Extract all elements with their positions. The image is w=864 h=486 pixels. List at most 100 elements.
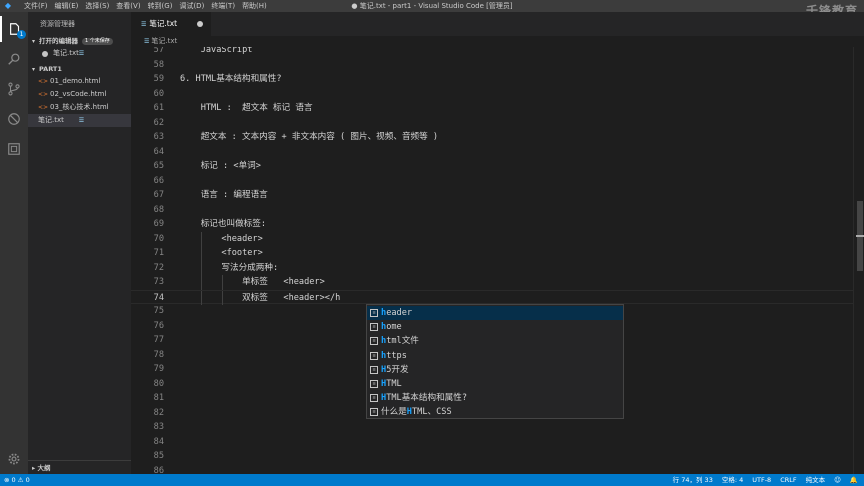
language-mode[interactable]: 纯文本: [806, 474, 826, 486]
suggestion-item[interactable]: ≡ HTML基本结构和属性?: [367, 391, 623, 405]
debug-icon[interactable]: [0, 106, 28, 132]
code-line[interactable]: 71 <footer>: [131, 246, 853, 261]
line-number: 62: [153, 117, 164, 128]
suggestion-rest: TML: [386, 379, 402, 389]
encoding[interactable]: UTF-8: [752, 474, 771, 486]
cursor-position-mark: [856, 235, 864, 237]
code-line[interactable]: 66: [131, 174, 853, 189]
line-text: 标记也叫做标签:: [180, 219, 267, 229]
notification-bell-icon[interactable]: 🔔: [850, 474, 858, 486]
line-number: 78: [153, 349, 164, 360]
line-text: 语言 : 编程语言: [180, 190, 268, 200]
suggestion-item[interactable]: ≡ html文件: [367, 334, 623, 348]
line-number: 73: [153, 277, 164, 287]
suggestion-item[interactable]: ≡ 什么是HTML、CSS: [367, 405, 623, 419]
html-file-icon: <>: [38, 78, 49, 85]
problems-indicator[interactable]: ⊗ 0 ⚠ 0: [4, 474, 30, 486]
breadcrumb[interactable]: ☰ 笔记.txt: [131, 36, 864, 47]
line-number: 84: [153, 436, 164, 447]
explorer-icon[interactable]: 1: [0, 16, 28, 42]
suggestion-prefix: 什么是: [381, 407, 407, 418]
end-of-line[interactable]: CRLF: [780, 474, 796, 486]
editor-scrollbar[interactable]: [853, 47, 864, 474]
suggestion-rest: TML、CSS: [411, 407, 452, 418]
text-file-icon: ☰: [141, 21, 147, 28]
open-editors-section[interactable]: ▾ 打开的编辑器 1 个未保存: [28, 36, 131, 47]
cursor-position[interactable]: 行 74，列 33: [673, 474, 713, 486]
code-line[interactable]: 57 JavaScript: [131, 47, 853, 58]
line-number: 61: [153, 103, 164, 113]
code-line[interactable]: 64: [131, 145, 853, 160]
unsaved-dot-icon: [42, 50, 48, 57]
line-number: 83: [153, 422, 164, 432]
tab-bar: ☰ 笔记.txt: [131, 12, 864, 36]
text-file-icon: ☰: [78, 50, 85, 57]
line-number: 79: [153, 364, 164, 374]
code-line[interactable]: 60: [131, 87, 853, 102]
folder-section[interactable]: ▾ PART1: [28, 64, 131, 75]
folder-label: PART1: [39, 65, 62, 73]
code-line[interactable]: 85: [131, 449, 853, 464]
line-text: <header>: [180, 233, 263, 244]
settings-gear-icon[interactable]: [0, 446, 28, 472]
code-line[interactable]: 73 单标签 <header>: [131, 275, 853, 290]
window-title: ● 笔记.txt - part1 - Visual Studio Code [管…: [351, 2, 513, 10]
file-name: 笔记.txt: [38, 116, 64, 124]
code-line[interactable]: 86: [131, 464, 853, 475]
suggestion-item[interactable]: ≡ https: [367, 349, 623, 363]
line-number: 75: [153, 306, 164, 316]
code-line[interactable]: 84: [131, 435, 853, 450]
line-number: 58: [153, 59, 164, 70]
code-line[interactable]: 83: [131, 420, 853, 435]
code-line[interactable]: 65 标记 : <单词>: [131, 159, 853, 174]
open-editor-name: 笔记.txt: [53, 49, 79, 57]
file-item-notes[interactable]: ☰ 笔记.txt: [28, 114, 131, 127]
line-number: 80: [153, 378, 164, 389]
sidebar-title: 资源管理器: [40, 20, 75, 28]
code-line[interactable]: 58: [131, 58, 853, 73]
extensions-icon[interactable]: [0, 136, 28, 162]
html-file-icon: <>: [38, 104, 49, 111]
code-line[interactable]: 74 双标签 <header></h: [131, 289, 853, 305]
title-bar: ◆ 文件(F) 编辑(E) 选择(S) 查看(V) 转到(G) 调试(D) 终端(T) 帮助(…: [0, 0, 864, 12]
code-line[interactable]: 68: [131, 203, 853, 218]
code-line[interactable]: 62: [131, 116, 853, 131]
indentation[interactable]: 空格: 4: [722, 474, 743, 486]
open-editor-item[interactable]: ☰ 笔记.txt: [28, 47, 131, 60]
code-line[interactable]: 61 HTML : 超文本 标记 语言: [131, 101, 853, 116]
explorer-badge: 1: [17, 30, 26, 39]
file-item-02-vscode[interactable]: <> 02_vsCode.html: [28, 88, 131, 101]
feedback-icon[interactable]: ☺: [834, 474, 841, 486]
code-line[interactable]: 70 <header>: [131, 231, 853, 246]
status-bar: ⊗ 0 ⚠ 0 行 74，列 33 空格: 4 UTF-8 CRLF 纯文本 ☺…: [0, 474, 864, 486]
search-icon[interactable]: [0, 46, 28, 72]
line-number: 59: [153, 74, 164, 84]
autocomplete-suggest-widget[interactable]: ≡ header ≡ home ≡ html文件 ≡ https ≡ H5开发 ≡ HTML ≡ HTML…: [366, 304, 624, 419]
line-number: 86: [153, 465, 164, 475]
word-completion-icon: ≡: [370, 309, 378, 317]
word-completion-icon: ≡: [370, 394, 378, 403]
outline-section[interactable]: ▸ 大纲: [28, 460, 131, 474]
code-line[interactable]: 63 超文本 : 文本内容 + 非文本内容 ( 图片、视频、音频等 ): [131, 130, 853, 145]
unsaved-dot-icon[interactable]: [197, 21, 203, 27]
source-control-icon[interactable]: [0, 76, 28, 102]
suggestion-item[interactable]: ≡ HTML: [367, 377, 623, 391]
suggestion-item[interactable]: ≡ home: [367, 320, 623, 334]
file-item-03-core[interactable]: <> 03_核心技术.html: [28, 101, 131, 114]
line-number: 85: [153, 451, 164, 461]
file-item-01-demo[interactable]: <> 01_demo.html: [28, 75, 131, 88]
suggestion-item[interactable]: ≡ header: [367, 306, 623, 321]
chevron-down-icon: ▾: [32, 38, 36, 45]
code-line[interactable]: 59 6. HTML基本结构和属性?: [131, 72, 853, 87]
line-number: 57: [153, 47, 164, 55]
code-line[interactable]: 67 语言 : 编程语言: [131, 188, 853, 203]
line-number: 71: [153, 248, 164, 258]
code-line[interactable]: 69 标记也叫做标签:: [131, 217, 853, 232]
file-name: 03_核心技术.html: [50, 103, 109, 111]
file-name: 01_demo.html: [50, 77, 101, 85]
tab-notes[interactable]: ☰ 笔记.txt: [131, 12, 211, 36]
word-completion-icon: ≡: [370, 351, 378, 360]
code-line[interactable]: 72 写法分成两种:: [131, 260, 853, 275]
line-number: 76: [153, 320, 164, 331]
suggestion-item[interactable]: ≡ H5开发: [367, 363, 623, 377]
